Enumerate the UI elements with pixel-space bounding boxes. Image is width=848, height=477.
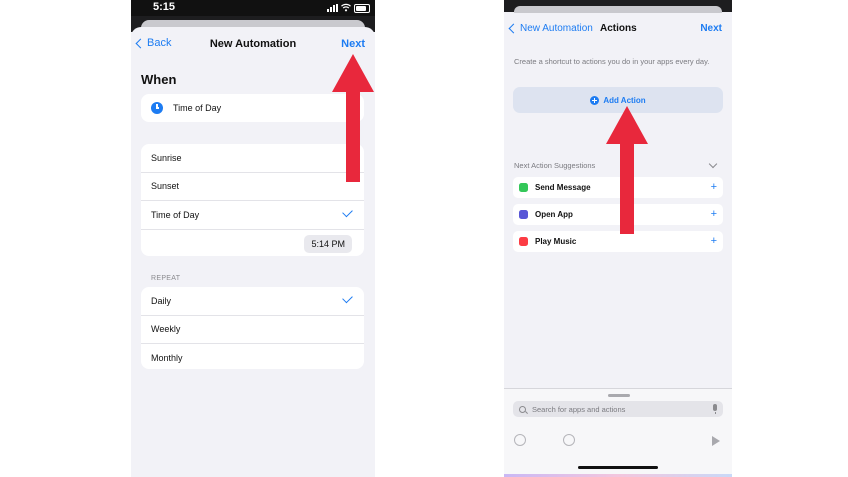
- search-placeholder: Search for apps and actions: [532, 404, 626, 414]
- search-input[interactable]: Search for apps and actions: [513, 401, 723, 417]
- redo-icon[interactable]: [563, 434, 575, 446]
- home-indicator: [578, 466, 658, 469]
- nav-title: New Automation: [209, 38, 297, 50]
- left-phone-screen: 5:15 Back New Automation Next When Time …: [131, 0, 375, 477]
- wifi-icon: [341, 3, 351, 12]
- messages-icon: [519, 183, 528, 192]
- play-icon[interactable]: [712, 436, 720, 446]
- time-options-list: Sunrise Sunset Time of Day 5:14 PM: [141, 144, 364, 256]
- option-sunrise[interactable]: Sunrise: [141, 144, 364, 173]
- right-phone-screen: New Automation Actions Next Create a sho…: [504, 0, 732, 477]
- plus-icon[interactable]: +: [711, 208, 717, 220]
- microphone-icon[interactable]: [713, 404, 717, 414]
- repeat-label: Daily: [151, 295, 172, 306]
- search-icon: [519, 405, 526, 413]
- undo-icon[interactable]: [514, 434, 526, 446]
- back-button[interactable]: New Automation: [508, 23, 593, 34]
- option-label: Time of Day: [151, 209, 200, 220]
- checkmark-icon: [342, 206, 353, 218]
- new-automation-sheet: Back New Automation Next When Time of Da…: [131, 27, 375, 477]
- trigger-label: Time of Day: [173, 103, 222, 113]
- suggestion-label: Send Message: [535, 183, 591, 192]
- battery-icon: [354, 4, 370, 13]
- suggestions-label: Next Action Suggestions: [514, 161, 596, 170]
- chevron-down-icon[interactable]: [708, 159, 718, 169]
- option-label: Sunset: [151, 181, 180, 192]
- next-button[interactable]: Next: [341, 38, 365, 50]
- plus-icon[interactable]: +: [711, 181, 717, 193]
- suggestion-label: Play Music: [535, 237, 577, 246]
- plus-circle-icon: [590, 95, 600, 105]
- status-time: 5:15: [153, 1, 176, 13]
- repeat-label: Weekly: [151, 324, 181, 335]
- back-label: New Automation: [520, 23, 593, 34]
- chevron-left-icon: [508, 23, 519, 34]
- repeat-monthly[interactable]: Monthly: [141, 344, 364, 372]
- clock-icon: [151, 102, 163, 114]
- time-picker[interactable]: 5:14 PM: [304, 234, 352, 253]
- next-button[interactable]: Next: [700, 23, 722, 34]
- suggestion-open-app[interactable]: Open App +: [513, 204, 723, 225]
- suggestion-label: Open App: [535, 210, 573, 219]
- section-title-when: When: [141, 72, 177, 87]
- actions-hint-text: Create a shortcut to actions you do in y…: [514, 57, 710, 66]
- status-bar: 5:15: [131, 0, 375, 16]
- nav-title: Actions: [600, 23, 637, 34]
- repeat-options-list: Daily Weekly Monthly: [141, 287, 364, 369]
- trigger-time-of-day[interactable]: Time of Day: [141, 94, 364, 122]
- repeat-label: Monthly: [151, 352, 183, 363]
- cellular-signal-icon: [327, 4, 339, 12]
- repeat-daily[interactable]: Daily: [141, 287, 364, 316]
- time-picker-row: 5:14 PM: [141, 230, 364, 258]
- checkmark-icon: [342, 292, 353, 304]
- repeat-weekly[interactable]: Weekly: [141, 316, 364, 344]
- music-icon: [519, 237, 528, 246]
- option-sunset[interactable]: Sunset: [141, 173, 364, 201]
- option-time-of-day[interactable]: Time of Day: [141, 201, 364, 230]
- add-action-button[interactable]: Add Action: [513, 87, 723, 113]
- plus-icon[interactable]: +: [711, 235, 717, 247]
- nav-bar: New Automation Actions Next: [504, 21, 732, 41]
- suggestion-play-music[interactable]: Play Music +: [513, 231, 723, 252]
- open-app-icon: [519, 210, 528, 219]
- nav-bar: Back New Automation Next: [131, 35, 375, 55]
- action-search-panel: Search for apps and actions: [504, 388, 732, 477]
- repeat-section-label: REPEAT: [151, 275, 181, 282]
- drag-handle[interactable]: [608, 394, 630, 397]
- suggestion-send-message[interactable]: Send Message +: [513, 177, 723, 198]
- option-label: Sunrise: [151, 152, 182, 163]
- add-action-label: Add Action: [603, 95, 646, 105]
